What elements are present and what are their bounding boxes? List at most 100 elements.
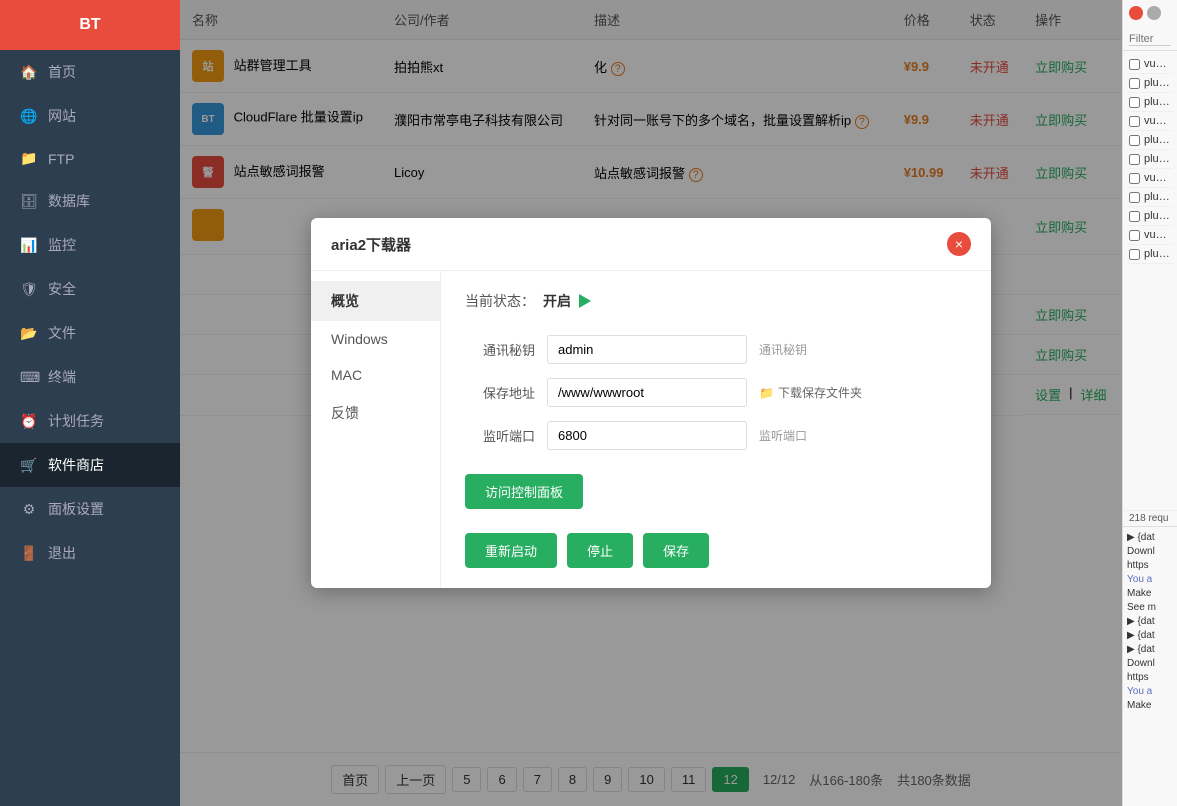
restart-button[interactable]: 重新启动 [465,533,557,568]
port-hint: 监听端口 [759,427,807,444]
status-value: 开启 [543,291,571,311]
list-item-label: vue.js?... [1144,172,1171,184]
home-icon: 🏠 [20,64,38,81]
store-icon: 🛒 [20,457,38,474]
secret-input[interactable] [547,335,747,364]
modal-title: aria2下载器 [331,234,411,255]
sidebar-item-terminal[interactable]: ⌨ 终端 [0,355,180,399]
request-count: 218 requ [1123,510,1177,526]
sidebar-item-security[interactable]: 🛡 安全 [0,267,180,311]
path-hint: 📁 下载保存文件夹 [759,384,862,401]
ftp-icon: 📁 [20,150,38,167]
list-item-checkbox[interactable] [1129,154,1140,165]
list-item-checkbox[interactable] [1129,211,1140,222]
logout-icon: 🚪 [20,545,38,562]
modal-content: 当前状态： 开启 通讯秘钥 通讯秘钥 保存地址 📁 下 [441,271,991,588]
modal-tab-mac[interactable]: MAC [311,357,440,393]
port-input[interactable] [547,421,747,450]
visit-panel-button[interactable]: 访问控制面板 [465,474,583,509]
modal-sidebar: 概览 Windows MAC 反馈 [311,271,441,588]
list-item-label: plugin?... [1144,134,1171,146]
sidebar-item-files[interactable]: 📂 文件 [0,311,180,355]
list-item-checkbox[interactable] [1129,230,1140,241]
list-item-checkbox[interactable] [1129,173,1140,184]
right-devtools-panel: vue.js?... plugin?... plugin?... vue.js?… [1122,0,1177,806]
list-item-checkbox[interactable] [1129,97,1140,108]
console-line: See m [1127,601,1173,615]
list-item-checkbox[interactable] [1129,116,1140,127]
modal-action-buttons: 重新启动 停止 保存 [465,533,967,568]
filter-input[interactable] [1129,33,1171,46]
folder-icon: 📁 [759,386,774,400]
security-icon: 🛡 [20,281,38,298]
modal-tab-overview[interactable]: 概览 [311,281,440,321]
form-row-port: 监听端口 监听端口 [465,421,967,450]
console-line: Downl [1127,657,1173,671]
stop-button[interactable]: 停止 [567,533,633,568]
secret-hint: 通讯秘钥 [759,341,807,358]
list-item-checkbox[interactable] [1129,249,1140,260]
list-item-checkbox[interactable] [1129,59,1140,70]
list-item-checkbox[interactable] [1129,192,1140,203]
modal-tab-windows[interactable]: Windows [311,321,440,357]
console-line: ▶ {dat [1127,615,1173,629]
sidebar-item-monitor[interactable]: 📊 监控 [0,223,180,267]
website-icon: 🌐 [20,108,38,125]
list-item-label: plugin?... [1144,77,1171,89]
console-line: Downl [1127,545,1173,559]
sidebar-logo: BT [0,0,180,50]
sidebar-item-website[interactable]: 🌐 网站 [0,94,180,138]
status-row: 当前状态： 开启 [465,291,967,311]
sidebar-item-database[interactable]: 🗄 数据库 [0,179,180,223]
sidebar-item-store[interactable]: 🛒 软件商店 [0,443,180,487]
sidebar-item-logout[interactable]: 🚪 退出 [0,531,180,575]
console-line: https [1127,559,1173,573]
console-line: https [1127,671,1173,685]
save-button[interactable]: 保存 [643,533,709,568]
list-item-checkbox[interactable] [1129,78,1140,89]
modal-tab-feedback[interactable]: 反馈 [311,393,440,433]
console-line: ▶ {dat [1127,531,1173,545]
console-line: Make [1127,587,1173,601]
modal-overlay: aria2下载器 × 概览 Windows MAC 反馈 当前状态： 开启 [180,0,1122,806]
list-item: plugin?... [1127,150,1173,169]
console-line: Make [1127,699,1173,713]
minimize-dot-icon[interactable] [1147,6,1161,20]
console-output: ▶ {dat Downl https You a Make See m ▶ {d… [1123,526,1177,806]
sidebar-item-ftp[interactable]: 📁 FTP [0,138,180,179]
list-item-label: plugin?... [1144,248,1171,260]
sidebar-item-panel[interactable]: ⚙ 面板设置 [0,487,180,531]
sidebar-item-home[interactable]: 🏠 首页 [0,50,180,94]
status-dot-icon [579,294,591,308]
devtools-top-bar [1123,0,1177,26]
list-item: vue.js?... [1127,226,1173,245]
list-item: vue.js?... [1127,169,1173,188]
list-item-checkbox[interactable] [1129,135,1140,146]
list-item: vue.js?... [1127,112,1173,131]
modal-body: 概览 Windows MAC 反馈 当前状态： 开启 通讯秘钥 通讯秘钥 [311,271,991,588]
list-item: plugin?... [1127,74,1173,93]
terminal-icon: ⌨ [20,369,38,386]
console-line: You a [1127,685,1173,699]
database-icon: 🗄 [20,193,38,210]
modal-buttons: 访问控制面板 [465,474,967,509]
list-item: plugin?... [1127,131,1173,150]
path-input[interactable] [547,378,747,407]
list-item-label: vue.js?... [1144,58,1171,70]
path-label: 保存地址 [465,383,535,402]
right-panel-list: vue.js?... plugin?... plugin?... vue.js?… [1123,51,1177,510]
list-item: plugin?... [1127,207,1173,226]
sidebar: BT 🏠 首页 🌐 网站 📁 FTP 🗄 数据库 📊 监控 🛡 安全 📂 文件 … [0,0,180,806]
sidebar-item-cron[interactable]: ⏰ 计划任务 [0,399,180,443]
cron-icon: ⏰ [20,413,38,430]
modal-close-button[interactable]: × [947,232,971,256]
aria2-modal: aria2下载器 × 概览 Windows MAC 反馈 当前状态： 开启 [311,218,991,588]
files-icon: 📂 [20,325,38,342]
list-item: plugin?... [1127,188,1173,207]
list-item-label: vue.js?... [1144,115,1171,127]
filter-box [1123,26,1177,51]
close-dot-icon[interactable] [1129,6,1143,20]
secret-label: 通讯秘钥 [465,340,535,359]
port-label: 监听端口 [465,426,535,445]
list-item-label: plugin?... [1144,153,1171,165]
